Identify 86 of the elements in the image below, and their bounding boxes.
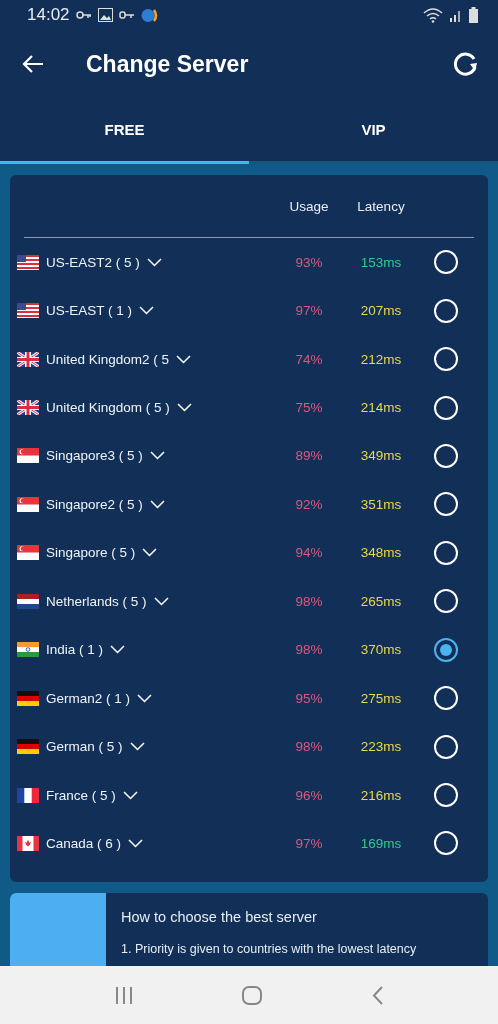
latency-value: 223ms <box>359 739 403 755</box>
battery-icon <box>469 7 478 23</box>
flag-icon <box>17 400 39 416</box>
wifi-icon <box>423 7 443 23</box>
back-button[interactable] <box>22 54 44 74</box>
key-icon <box>75 10 92 20</box>
usage-value: 74% <box>294 351 324 367</box>
back-icon[interactable] <box>372 985 384 1005</box>
flag-icon <box>17 254 39 270</box>
refresh-button[interactable] <box>453 51 479 77</box>
flag-icon <box>17 545 39 561</box>
server-name: US-EAST ( 1 ) <box>46 303 133 319</box>
key-icon <box>118 10 135 20</box>
status-time: 14:02 <box>27 5 70 25</box>
chevron-down-icon[interactable] <box>128 838 144 848</box>
flag-icon <box>17 351 39 367</box>
latency-value: 212ms <box>359 351 403 367</box>
server-name: India ( 1 ) <box>46 642 104 658</box>
flag-icon <box>17 690 39 706</box>
latency-value: 265ms <box>359 593 403 609</box>
latency-value: 348ms <box>359 545 403 561</box>
chevron-down-icon[interactable] <box>149 451 165 461</box>
flag-icon <box>17 448 39 464</box>
server-name: German2 ( 1 ) <box>46 690 131 706</box>
server-name: France ( 5 ) <box>46 787 116 803</box>
chevron-down-icon[interactable] <box>110 645 126 655</box>
latency-value: 207ms <box>359 303 403 319</box>
image-icon <box>97 8 113 22</box>
chevron-down-icon[interactable] <box>176 354 192 364</box>
tab[interactable]: VIP <box>249 98 498 164</box>
flag-icon <box>17 642 39 658</box>
tip-text: 1. Priority is given to countries with the lowest latency <box>121 942 417 956</box>
server-name: United Kingdom2 ( 5 <box>46 351 170 367</box>
server-name: Canada ( 6 ) <box>46 835 122 851</box>
home-icon[interactable] <box>242 985 263 1005</box>
flag-icon <box>17 787 39 803</box>
usage-value: 95% <box>294 690 324 706</box>
latency-value: 214ms <box>359 400 403 416</box>
chevron-down-icon[interactable] <box>122 790 138 800</box>
tab[interactable]: FREE <box>0 98 249 164</box>
latency-value: 370ms <box>359 642 403 658</box>
usage-value: 97% <box>294 835 324 851</box>
usage-value: 98% <box>294 593 324 609</box>
usage-value: 96% <box>294 787 324 803</box>
server-name: US-EAST2 ( 5 ) <box>46 254 140 270</box>
chevron-down-icon[interactable] <box>146 257 162 267</box>
column-header: Latency <box>356 198 406 214</box>
chevron-down-icon[interactable] <box>153 596 169 606</box>
flag-icon <box>17 835 39 851</box>
latency-value: 349ms <box>359 448 403 464</box>
browser-icon <box>140 7 159 23</box>
column-header: Usage <box>288 198 330 214</box>
server-name: Singapore3 ( 5 ) <box>46 448 143 464</box>
flag-icon <box>17 593 39 609</box>
chevron-down-icon[interactable] <box>142 548 158 558</box>
usage-value: 97% <box>294 303 324 319</box>
latency-value: 216ms <box>359 787 403 803</box>
screen-title: Change Server <box>86 50 250 78</box>
chevron-down-icon[interactable] <box>139 306 155 316</box>
chevron-down-icon[interactable] <box>137 693 153 703</box>
usage-value: 89% <box>294 448 324 464</box>
usage-value: 98% <box>294 642 324 658</box>
radio-button[interactable] <box>434 637 458 662</box>
usage-value: 93% <box>294 254 324 270</box>
signal-icon <box>449 8 463 22</box>
latency-value: 153ms <box>359 254 403 270</box>
latency-value: 169ms <box>359 835 403 851</box>
flag-icon <box>17 496 39 512</box>
server-name: Singapore ( 5 ) <box>46 545 136 561</box>
chevron-down-icon[interactable] <box>149 499 165 509</box>
flag-icon <box>17 303 39 319</box>
chevron-down-icon[interactable] <box>176 403 192 413</box>
server-name: Singapore2 ( 5 ) <box>46 496 143 512</box>
server-name: Netherlands ( 5 ) <box>46 593 147 609</box>
usage-value: 75% <box>294 400 324 416</box>
usage-value: 98% <box>294 739 324 755</box>
server-name: German ( 5 ) <box>46 739 123 755</box>
tip-title: How to choose the best server <box>121 909 318 925</box>
recent-apps-icon[interactable] <box>114 986 133 1004</box>
latency-value: 351ms <box>359 496 403 512</box>
usage-value: 92% <box>294 496 324 512</box>
flag-icon <box>17 739 39 755</box>
chevron-down-icon[interactable] <box>129 742 145 752</box>
usage-value: 94% <box>294 545 324 561</box>
latency-value: 275ms <box>359 690 403 706</box>
server-name: United Kingdom ( 5 ) <box>46 400 170 416</box>
